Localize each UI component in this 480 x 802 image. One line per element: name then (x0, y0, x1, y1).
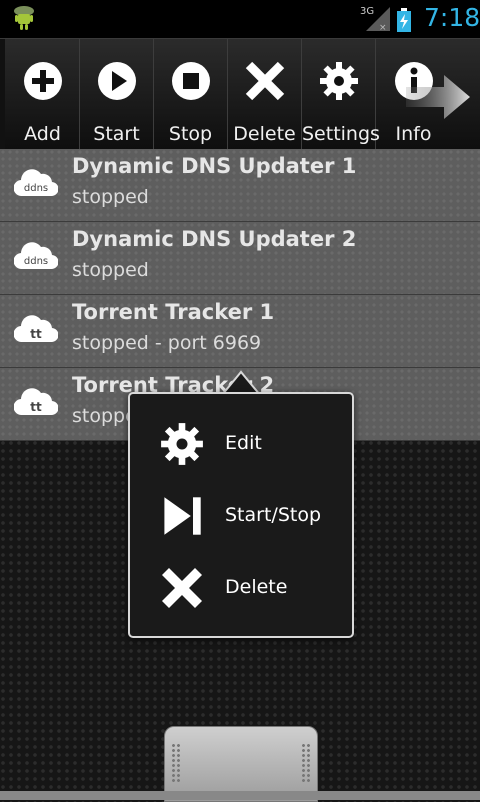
toolbar-edge (0, 39, 5, 150)
add-button[interactable]: Add (6, 39, 80, 150)
tt-icon-text: tt (30, 327, 42, 341)
list-item[interactable]: ddns Dynamic DNS Updater 2 stopped (0, 222, 480, 295)
service-status: stopped (72, 259, 149, 281)
ddns-icon-text: ddns (24, 256, 48, 267)
clock: 7:18 (424, 3, 480, 32)
menu-item-label: Edit (225, 432, 262, 454)
status-bar: 3G × 7:18 (0, 0, 480, 38)
ddns-cloud-icon: ddns (14, 242, 58, 270)
tt-icon-text: tt (30, 400, 42, 414)
battery-charging-icon (397, 8, 411, 32)
menu-item-delete[interactable]: Delete (130, 552, 352, 624)
start-button[interactable]: Start (80, 39, 154, 150)
signal-icon: × (366, 7, 390, 31)
stop-button[interactable]: Stop (154, 39, 228, 150)
svg-text:×: × (379, 23, 387, 31)
service-status: stopped - port 6969 (72, 332, 262, 354)
settings-label: Settings (302, 123, 380, 145)
info-label: Info (395, 123, 432, 145)
list-item[interactable]: tt Torrent Tracker 1 stopped - port 6969 (0, 295, 480, 368)
play-circle-icon (97, 62, 136, 100)
menu-item-label: Start/Stop (225, 504, 322, 526)
gear-icon (319, 62, 358, 100)
menu-item-start-stop[interactable]: Start/Stop (130, 480, 352, 552)
list-item[interactable]: ddns Dynamic DNS Updater 1 stopped (0, 149, 480, 222)
ddns-cloud-icon: ddns (14, 169, 58, 197)
plus-circle-icon (23, 62, 62, 100)
service-title: Dynamic DNS Updater 2 (72, 227, 357, 251)
service-title: Torrent Tracker 1 (72, 300, 275, 324)
menu-item-edit[interactable]: Edit (130, 408, 352, 480)
grip-dots (301, 743, 311, 783)
android-app-icon (14, 6, 34, 30)
settings-button[interactable]: Settings (302, 39, 380, 150)
menu-item-label: Delete (225, 576, 288, 598)
grip-dots (171, 743, 181, 783)
stop-circle-icon (171, 62, 210, 100)
ddns-icon-text: ddns (24, 183, 48, 194)
delete-button[interactable]: Delete (228, 39, 302, 150)
gear-icon (161, 423, 203, 465)
start-label: Start (93, 123, 140, 145)
service-status: stopped (72, 186, 149, 208)
arrow-right-icon[interactable] (406, 75, 472, 119)
delete-label: Delete (233, 123, 296, 145)
action-toolbar: Add Start Stop Delete Settings Info (0, 38, 480, 150)
context-menu: Edit Start/Stop Delete (128, 392, 354, 638)
x-icon (161, 567, 203, 609)
service-title: Dynamic DNS Updater 1 (72, 154, 357, 178)
tt-cloud-icon: tt (14, 315, 58, 343)
tt-cloud-icon: tt (14, 388, 58, 416)
add-label: Add (24, 123, 61, 145)
bottom-edge (0, 791, 480, 800)
stop-label: Stop (168, 123, 213, 145)
skip-next-icon (164, 497, 201, 535)
x-icon (245, 61, 284, 101)
